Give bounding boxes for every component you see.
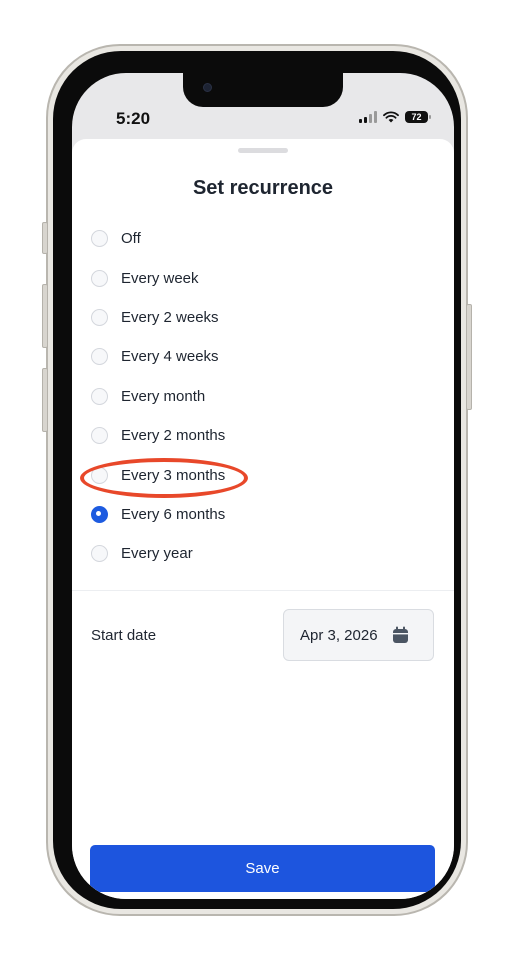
start-date-picker[interactable]: Apr 3, 2026 [283,609,434,661]
option-every-month[interactable]: Every month [72,377,454,416]
status-icons: 72 [359,111,431,123]
notch [183,73,343,107]
option-every-4-weeks[interactable]: Every 4 weeks [72,337,454,376]
option-every-2-months[interactable]: Every 2 months [72,416,454,455]
radio-button[interactable] [91,269,108,287]
radio-button[interactable] [91,545,108,563]
option-label: Every 2 months [121,427,226,445]
start-date-value: Apr 3, 2026 [300,626,378,644]
screen: 5:20 72 Set recurrence Off Every week Ev… [72,73,454,899]
sheet-title: Set recurrence [192,177,334,199]
wifi-icon [383,111,399,123]
option-every-2-weeks[interactable]: Every 2 weeks [72,298,454,337]
mute-switch [42,222,48,254]
option-label: Every 4 weeks [121,348,219,366]
annotation-highlight-ring [80,458,248,498]
status-time: 5:20 [116,109,151,128]
divider [72,590,454,591]
radio-button[interactable] [91,230,108,248]
radio-button-selected[interactable] [91,505,108,523]
option-every-year[interactable]: Every year [72,534,454,573]
option-label: Off [121,230,141,248]
option-every-6-months[interactable]: Every 6 months [72,495,454,534]
volume-down-button [42,368,48,432]
radio-button[interactable] [91,348,108,366]
recurrence-options: Off Every week Every 2 weeks Every 4 wee… [72,219,454,574]
front-camera [203,83,212,92]
option-label: Every week [121,269,199,287]
cellular-signal-icon [359,111,377,123]
recurrence-sheet: Set recurrence Off Every week Every 2 we… [72,139,454,899]
option-label: Every year [121,545,193,563]
option-off[interactable]: Off [72,219,454,258]
radio-button[interactable] [91,308,108,326]
start-date-label: Start date [91,627,157,644]
power-button [466,304,472,410]
phone-bezel: 5:20 72 Set recurrence Off Every week Ev… [53,51,461,909]
volume-up-button [42,284,48,348]
option-label: Every 2 weeks [121,308,219,326]
option-every-week[interactable]: Every week [72,258,454,297]
phone-frame: 5:20 72 Set recurrence Off Every week Ev… [42,44,472,916]
battery-icon: 72 [405,111,431,123]
radio-button[interactable] [91,427,108,445]
option-label: Every 6 months [121,505,226,523]
sheet-grabber[interactable] [238,148,288,153]
option-label: Every month [121,387,206,405]
calendar-icon [392,626,408,643]
radio-button[interactable] [91,387,108,405]
save-button[interactable]: Save [90,845,435,892]
